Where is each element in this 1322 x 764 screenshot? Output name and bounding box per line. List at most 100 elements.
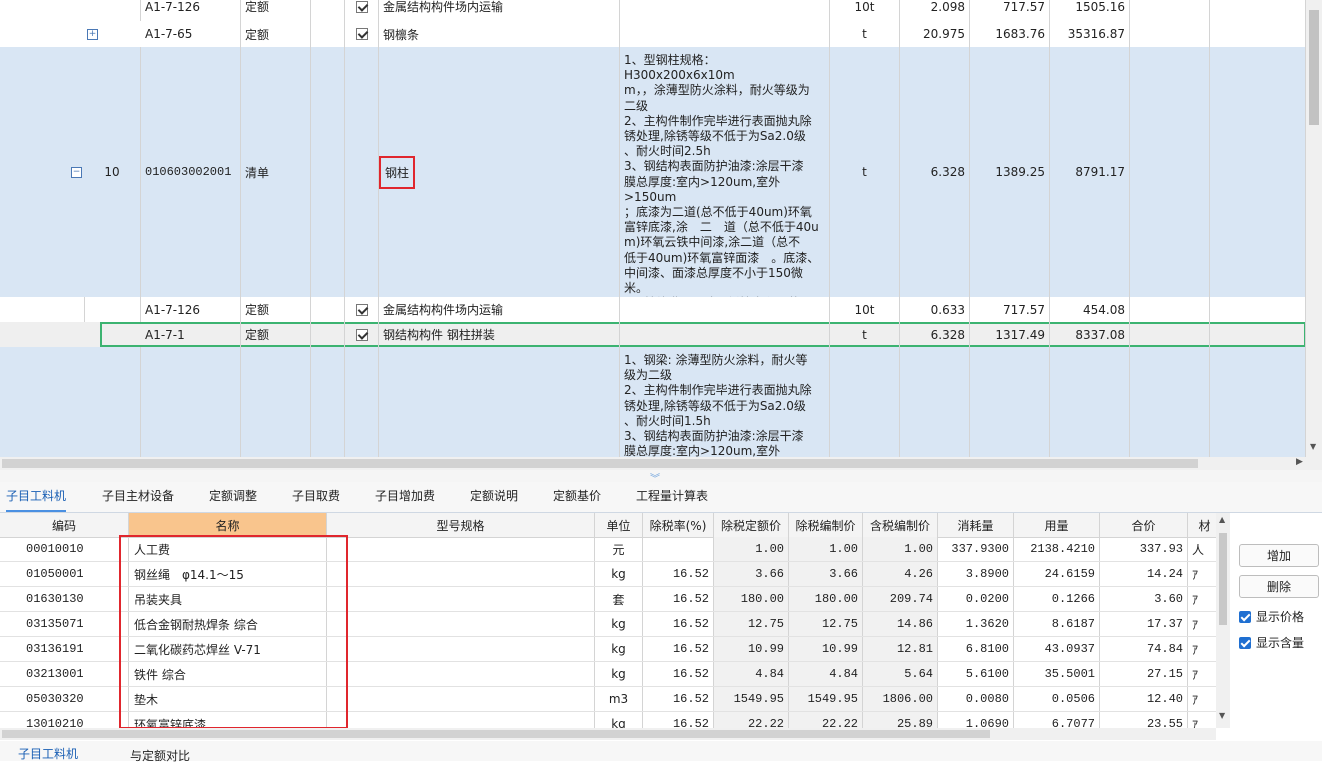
tab-labor-material-footer[interactable]: 子目工料机 [18,745,78,762]
show-qty-toggle[interactable]: 显示含量 [1239,634,1304,651]
table-cell: 10.99 [714,637,789,661]
table-cell: 17.37 [1100,612,1188,636]
table-cell: 1.00 [863,537,938,561]
table-row-bill[interactable]: − 10 010603002001 清单 钢柱 1、型钢柱规格：H300x200… [0,47,1306,298]
table-cell: 16.52 [643,712,714,728]
scroll-thumb[interactable] [1309,10,1319,125]
table-cell: 0.0200 [938,587,1014,611]
scroll-down-icon[interactable]: ▼ [1310,442,1316,451]
horizontal-scrollbar[interactable] [0,728,1216,740]
table-cell: 01630130 [0,587,129,611]
checkbox[interactable] [355,0,368,13]
scroll-thumb[interactable] [1219,533,1227,625]
table-cell: 337.9300 [938,537,1014,561]
tab-fee[interactable]: 子目取费 [292,482,340,510]
vertical-scrollbar[interactable]: ▼ [1306,0,1322,457]
table-cell [327,562,595,586]
tab-labor-material[interactable]: 子目工料机 [6,482,67,512]
table-cell: 4.26 [863,562,938,586]
checkbox-checked-icon[interactable] [1239,636,1251,649]
table-cell: kg [595,612,643,636]
table-row[interactable]: + A1-7-65 定额 钢檩条 t 20.975 1683.76 35316.… [0,21,1306,48]
horizontal-scrollbar[interactable]: ▶ [0,457,1306,470]
tab-quota-note[interactable]: 定额说明 [470,482,518,510]
table-cell: 6.8100 [938,637,1014,661]
splitter[interactable]: ︾ [0,470,1322,485]
table-cell [327,587,595,611]
scroll-thumb[interactable] [2,459,1198,468]
material-grid: 编码 名称 型号规格 单位 除税率(%) 除税定额价 除税编制价 含税编制价 消… [0,513,1222,728]
highlight-box: 钢柱 [379,155,416,189]
tab-main-material[interactable]: 子目主材设备 [102,482,174,510]
table-cell: 1.3620 [938,612,1014,636]
scroll-thumb[interactable] [2,730,990,738]
table-cell [327,537,595,561]
table-cell: 209.74 [863,587,938,611]
show-price-toggle[interactable]: 显示价格 [1239,608,1304,625]
table-cell: 3.60 [1100,587,1188,611]
table-cell: 35.5001 [1014,662,1100,686]
scroll-right-icon[interactable]: ▶ [1296,457,1303,467]
table-cell: 3.8900 [938,562,1014,586]
table-cell: 180.00 [789,587,863,611]
vertical-scrollbar[interactable]: ▲ ▼ [1216,513,1230,728]
table-cell: 01050001 [0,562,129,586]
table-row-selected[interactable]: A1-7-1 定额 钢结构构件 钢柱拼装 t 6.328 1317.49 833… [0,322,1306,347]
table-cell: 337.93 [1100,537,1188,561]
table-cell: 16.52 [643,587,714,611]
table-cell: 16.52 [643,662,714,686]
table-cell: 6.7077 [1014,712,1100,728]
collapse-icon[interactable]: − [71,167,82,178]
tab-quota-adjust[interactable]: 定额调整 [209,482,257,510]
table-cell: 5.6100 [938,662,1014,686]
expand-icon[interactable]: + [87,29,98,40]
delete-button[interactable]: 删除 [1239,575,1319,598]
table-cell: 0.0080 [938,687,1014,711]
tab-compare-quota[interactable]: 与定额对比 [130,747,190,764]
table-cell: 22.22 [789,712,863,728]
table-cell: m3 [595,687,643,711]
checkbox[interactable] [355,328,368,341]
table-cell: kg [595,662,643,686]
table-cell: 43.0937 [1014,637,1100,661]
table-cell: 1549.95 [714,687,789,711]
table-cell: 元 [595,537,643,561]
table-cell: 03135071 [0,612,129,636]
table-cell: 0.1266 [1014,587,1100,611]
table-cell: 套 [595,587,643,611]
tab-extra-fee[interactable]: 子目增加费 [375,482,435,510]
table-cell: 14.24 [1100,562,1188,586]
table-row[interactable]: A1-7-126 定额 金属结构构件场内运输 10t 0.633 717.57 … [0,297,1306,323]
table-cell: 3.66 [789,562,863,586]
table-cell: 12.81 [863,637,938,661]
table-cell: 10.99 [789,637,863,661]
tab-quantity-calc[interactable]: 工程量计算表 [636,482,708,510]
scroll-up-icon[interactable]: ▲ [1219,515,1225,524]
table-cell: 1.00 [714,537,789,561]
scroll-down-icon[interactable]: ▼ [1219,711,1225,720]
checkbox[interactable] [355,303,368,316]
table-cell [327,637,595,661]
table-cell [327,662,595,686]
table-row-bill[interactable]: 1、钢梁: 涂薄型防火涂料，耐火等 级为二级 2、主构件制作完毕进行表面抛丸除 … [0,347,1306,457]
table-cell: 3.66 [714,562,789,586]
table-cell: 13010210 [0,712,129,728]
table-cell: 2138.4210 [1014,537,1100,561]
add-button[interactable]: 增加 [1239,544,1319,567]
table-cell: 12.75 [789,612,863,636]
detail-tabs: 子目工料机 子目主材设备 定额调整 子目取费 子目增加费 定额说明 定额基价 工… [0,482,1322,513]
table-cell: 16.52 [643,687,714,711]
table-cell: 12.40 [1100,687,1188,711]
table-cell: kg [595,562,643,586]
table-cell: 180.00 [714,587,789,611]
checkbox-checked-icon[interactable] [1239,610,1251,623]
table-row[interactable]: A1-7-126 定额 金属结构构件场内运输 10t 2.098 717.57 … [0,0,1306,21]
table-cell: 23.55 [1100,712,1188,728]
table-cell [643,537,714,561]
table-cell: 27.15 [1100,662,1188,686]
table-cell: 1.00 [789,537,863,561]
checkbox[interactable] [355,28,368,40]
table-cell: 4.84 [789,662,863,686]
table-cell: kg [595,712,643,728]
tab-base-price[interactable]: 定额基价 [553,482,601,510]
